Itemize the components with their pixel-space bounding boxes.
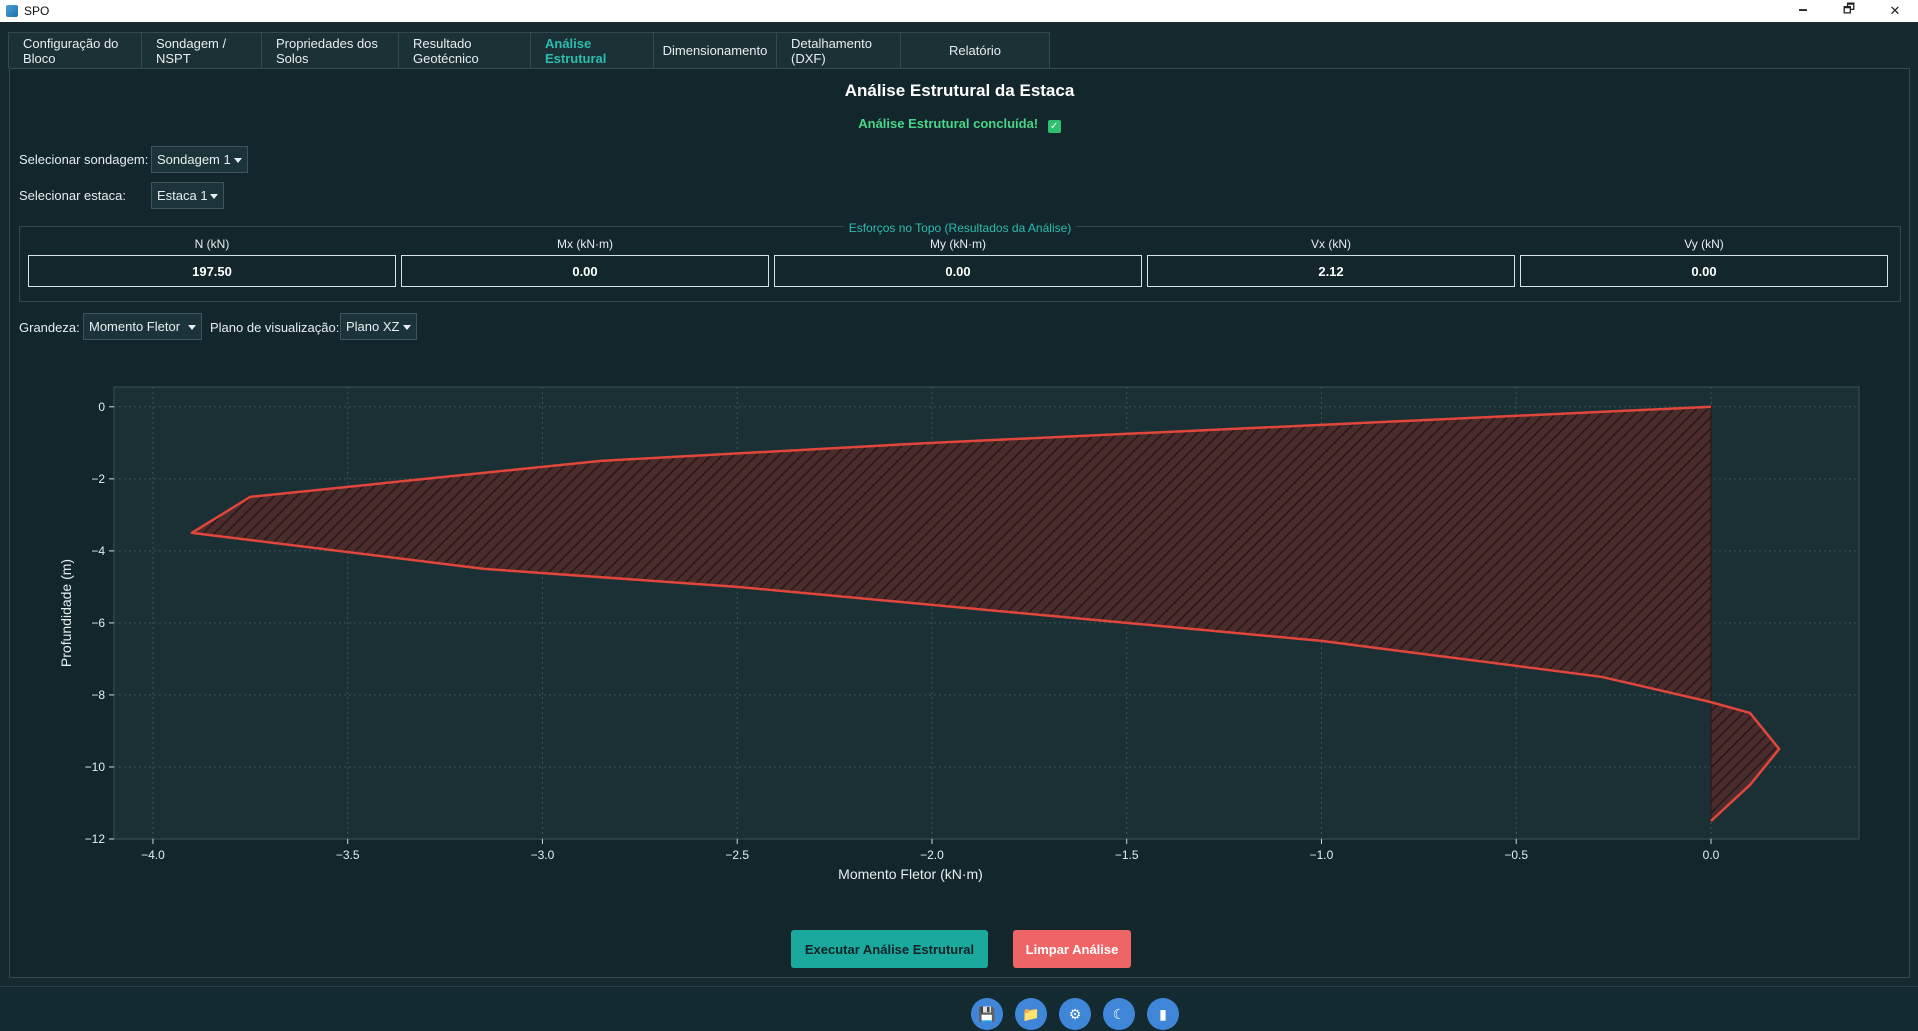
x-tick-label: 0.0 <box>1703 848 1720 862</box>
x-tick-label: −3.0 <box>531 848 555 862</box>
x-tick-label: −2.5 <box>725 848 749 862</box>
x-tick-label: −3.5 <box>336 848 360 862</box>
x-tick-label: −4.0 <box>141 848 165 862</box>
moon-icon[interactable]: ☾ <box>1103 998 1135 1030</box>
x-tick-label: −1.5 <box>1115 848 1139 862</box>
y-axis-label: Profundidade (m) <box>58 559 74 667</box>
x-axis-label: Momento Fletor (kN·m) <box>838 866 983 882</box>
clear-analysis-button[interactable]: Limpar Análise <box>1013 930 1131 968</box>
y-tick-label: −10 <box>85 760 106 774</box>
folder-icon[interactable]: 📁 <box>1015 998 1047 1030</box>
settings-icon[interactable]: ⚙ <box>1059 998 1091 1030</box>
y-tick-label: −2 <box>91 472 105 486</box>
run-analysis-button[interactable]: Executar Análise Estrutural <box>791 930 988 968</box>
x-tick-label: −1.0 <box>1310 848 1334 862</box>
moment-chart: −4.0 −3.5 −3.0 −2.5 −2.0 −1.5 −1.0 −0.5 0.0 0 −2 −4… <box>58 386 1860 882</box>
y-tick-label: −4 <box>91 544 105 558</box>
x-tick-label: −0.5 <box>1504 848 1528 862</box>
y-tick-label: −6 <box>91 616 105 630</box>
y-tick-label: 0 <box>98 400 105 414</box>
bottom-toolbar: 💾 📁 ⚙ ☾ ▮ <box>0 986 1918 1031</box>
y-tick-label: −8 <box>91 688 105 702</box>
info-icon[interactable]: ▮ <box>1147 998 1179 1030</box>
y-tick-label: −12 <box>85 832 106 846</box>
save-icon[interactable]: 💾 <box>971 998 1003 1030</box>
x-tick-label: −2.0 <box>920 848 944 862</box>
